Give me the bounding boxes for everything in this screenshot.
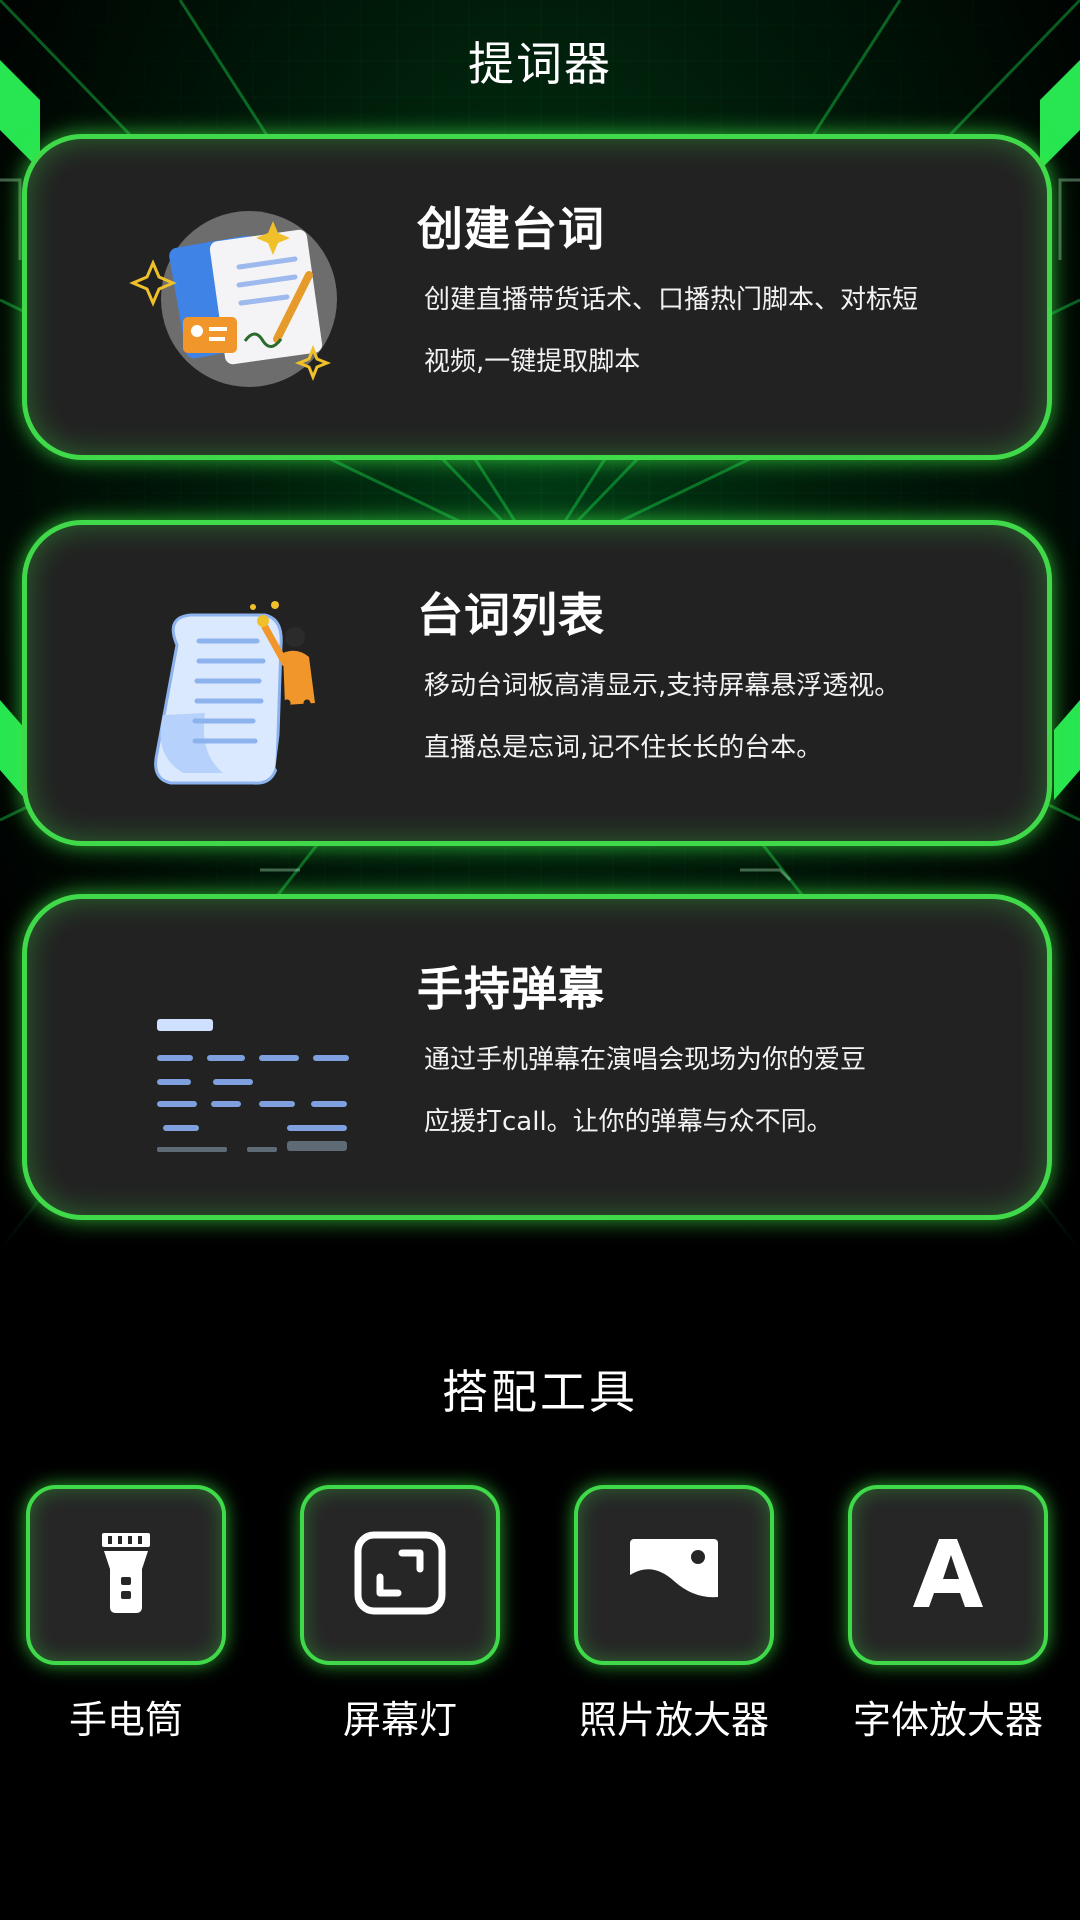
card-title: 手持弹幕 — [417, 962, 605, 1016]
tool-label: 手电筒 — [68, 1698, 183, 1742]
font-magnifier-button[interactable] — [848, 1485, 1048, 1665]
scroll-person-icon — [127, 565, 367, 805]
card-title: 创建台词 — [417, 202, 605, 256]
card-title: 台词列表 — [417, 588, 605, 642]
tool-label: 屏幕灯 — [342, 1698, 457, 1742]
photo-magnifier-button[interactable] — [574, 1485, 774, 1665]
card-description-line: 通过手机弹幕在演唱会现场为你的爱豆 — [424, 1045, 867, 1075]
danmaku-icon — [127, 939, 367, 1179]
card-description-line: 直播总是忘词,记不住长长的台本。 — [424, 733, 823, 763]
tool-label: 字体放大器 — [852, 1698, 1043, 1742]
flashlight-tool: 手电筒 — [26, 1485, 226, 1744]
card-description-line: 视频,一键提取脚本 — [424, 347, 641, 377]
tool-label: 照片放大器 — [578, 1698, 769, 1742]
tools-section-title: 搭配工具 — [442, 1365, 638, 1419]
screen-light-tool: 屏幕灯 — [300, 1485, 500, 1744]
card-description: 通过手机弹幕在演唱会现场为你的爱豆 应援打call。让你的弹幕与众不同。 — [424, 1029, 984, 1153]
card-description-line: 移动台词板高清显示,支持屏幕悬浮透视。 — [424, 671, 901, 701]
flashlight-button[interactable] — [26, 1485, 226, 1665]
screen-light-button[interactable] — [300, 1485, 500, 1665]
handheld-danmaku-card[interactable]: 手持弹幕 通过手机弹幕在演唱会现场为你的爱豆 应援打call。让你的弹幕与众不同… — [22, 894, 1052, 1220]
screen-light-icon — [354, 1531, 446, 1619]
create-script-card[interactable]: 创建台词 创建直播带货话术、口播热门脚本、对标短 视频,一键提取脚本 — [22, 134, 1052, 460]
font-icon — [913, 1537, 983, 1613]
photo-icon — [628, 1537, 720, 1613]
script-document-icon — [127, 179, 367, 419]
page-title: 提词器 — [468, 37, 612, 91]
card-description: 移动台词板高清显示,支持屏幕悬浮透视。 直播总是忘词,记不住长长的台本。 — [424, 655, 984, 779]
flashlight-icon — [96, 1531, 156, 1619]
font-magnifier-tool: 字体放大器 — [848, 1485, 1048, 1744]
card-description-line: 应援打call。让你的弹幕与众不同。 — [424, 1107, 833, 1137]
card-description: 创建直播带货话术、口播热门脚本、对标短 视频,一键提取脚本 — [424, 269, 984, 393]
photo-magnifier-tool: 照片放大器 — [574, 1485, 774, 1744]
script-list-card[interactable]: 台词列表 移动台词板高清显示,支持屏幕悬浮透视。 直播总是忘词,记不住长长的台本… — [22, 520, 1052, 846]
card-description-line: 创建直播带货话术、口播热门脚本、对标短 — [424, 285, 919, 315]
